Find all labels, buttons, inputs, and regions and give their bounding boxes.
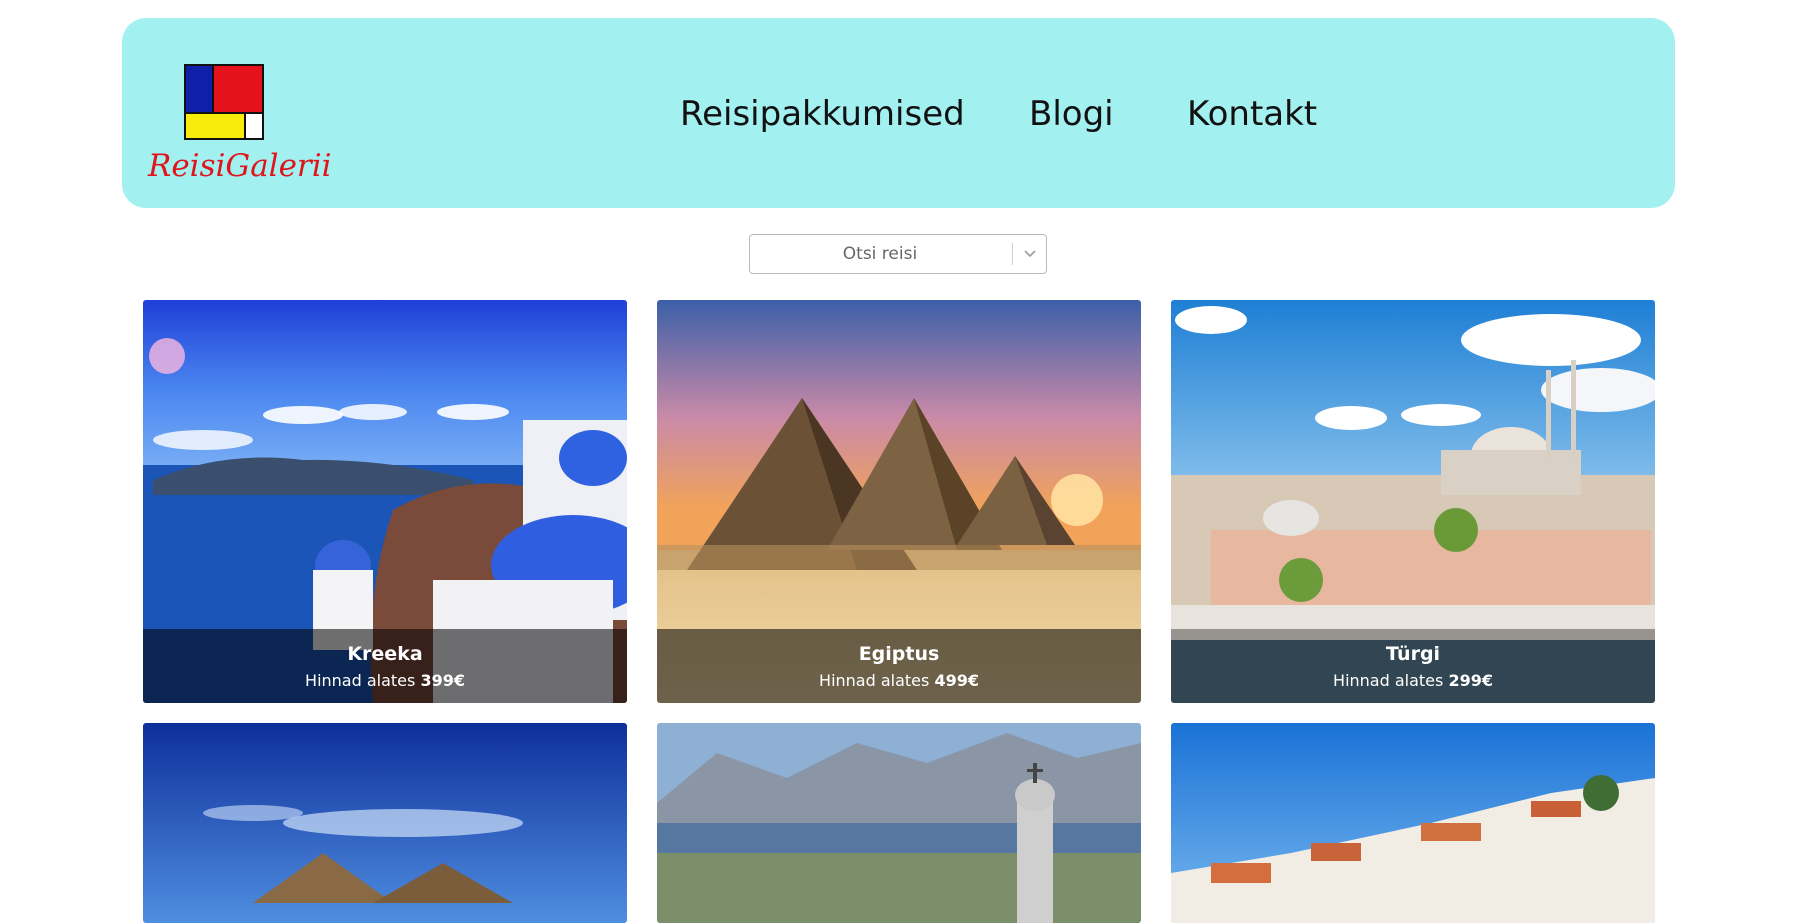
price-value: 399€	[420, 671, 465, 690]
select-divider	[1012, 243, 1013, 265]
trip-search-select[interactable]: Otsi reisi	[749, 234, 1047, 274]
price-prefix: Hinnad alates	[305, 671, 421, 690]
trip-card-5[interactable]	[657, 723, 1141, 923]
trip-card-6[interactable]	[1171, 723, 1655, 923]
trip-card-turgi[interactable]: Türgi Hinnad alates 299€	[1171, 300, 1655, 703]
main-nav: Reisipakkumised Blogi Kontakt	[122, 18, 1675, 208]
resort-photo	[143, 723, 627, 923]
nav-link-blogi[interactable]: Blogi	[1029, 94, 1114, 134]
price-prefix: Hinnad alates	[819, 671, 935, 690]
trip-card-egiptus[interactable]: Egiptus Hinnad alates 499€	[657, 300, 1141, 703]
card-caption: Kreeka Hinnad alates 399€	[143, 629, 627, 703]
nav-link-kontakt[interactable]: Kontakt	[1187, 94, 1317, 134]
card-caption: Türgi Hinnad alates 299€	[1171, 629, 1655, 703]
card-caption: Egiptus Hinnad alates 499€	[657, 629, 1141, 703]
card-title: Egiptus	[858, 643, 940, 665]
card-price: Hinnad alates 499€	[657, 671, 1141, 690]
price-prefix: Hinnad alates	[1333, 671, 1449, 690]
trip-card-kreeka[interactable]: Kreeka Hinnad alates 399€	[143, 300, 627, 703]
price-value: 299€	[1448, 671, 1493, 690]
price-value: 499€	[934, 671, 979, 690]
card-title: Türgi	[1385, 643, 1441, 665]
site-header: ReisiGalerii Reisipakkumised Blogi Konta…	[122, 18, 1675, 208]
page: ReisiGalerii Reisipakkumised Blogi Konta…	[0, 0, 1813, 923]
spain-village-photo	[1171, 723, 1655, 923]
card-price: Hinnad alates 299€	[1171, 671, 1655, 690]
trip-card-4[interactable]	[143, 723, 627, 923]
nav-link-reisipakkumised[interactable]: Reisipakkumised	[680, 94, 965, 134]
chevron-down-icon[interactable]	[1020, 245, 1040, 263]
card-price: Hinnad alates 399€	[143, 671, 627, 690]
search-placeholder: Otsi reisi	[842, 244, 918, 264]
montenegro-photo	[657, 723, 1141, 923]
card-title: Kreeka	[347, 643, 423, 665]
